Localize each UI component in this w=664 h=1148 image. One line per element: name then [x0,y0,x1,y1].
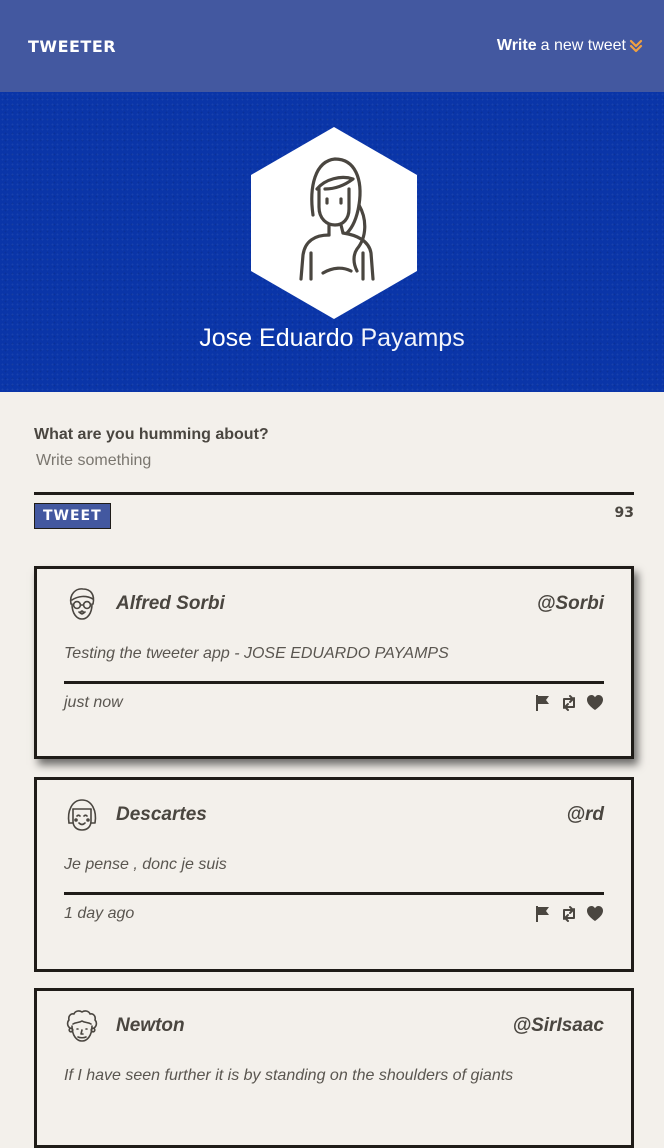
tweet-text: If I have seen further it is by standing… [64,1067,514,1084]
tweet-footer: 1 day ago [64,903,604,925]
bob-hair-avatar-icon [64,797,100,833]
profile-first-name: Jose Eduardo [199,324,354,352]
retweet-icon[interactable] [560,905,578,923]
profile-avatar [249,127,419,319]
glasses-man-avatar-icon [64,586,100,622]
character-counter: 93 [614,505,634,521]
tweet-user: Newton [64,1008,185,1044]
tweet-card: Descartes @rd Je pense , donc je suis 1 … [34,777,634,972]
compose-link-strong: Write [496,37,537,54]
tweet-header: Alfred Sorbi @Sorbi [64,569,604,639]
tweet-actions [534,694,604,712]
compose-label: What are you humming about? [34,426,269,443]
tweet-user: Descartes [64,797,207,833]
tweet-author-name[interactable]: Alfred Sorbi [116,593,225,615]
tweet-footer: just now [64,692,604,714]
retweet-icon[interactable] [560,694,578,712]
tweet-text: Je pense , donc je suis [64,856,227,873]
tweet-author-handle[interactable]: @Sorbi [537,593,604,615]
tweet-divider [64,681,604,684]
tweet-actions [534,905,604,923]
tweet-author-handle[interactable]: @SirIsaac [513,1015,604,1037]
heart-icon[interactable] [586,694,604,712]
tweet-header: Descartes @rd [64,780,604,850]
tweet-header: Newton @SirIsaac [64,991,604,1061]
tweet-author-handle[interactable]: @rd [566,804,604,826]
compose-tweet-form: What are you humming about? TWEET 93 [34,424,634,529]
flag-icon[interactable] [534,694,552,712]
tweet-divider [64,892,604,895]
compose-footer: TWEET 93 [34,503,634,529]
profile-last-name: Payamps [360,324,465,352]
compose-divider [34,492,634,495]
heart-icon[interactable] [586,905,604,923]
tweet-text-input[interactable] [34,452,634,470]
profile-banner: Jose Eduardo Payamps [0,92,664,392]
compose-link-text: a new tweet [540,37,626,54]
tweet-text: Testing the tweeter app - JOSE EDUARDO P… [64,645,449,662]
curly-hair-avatar-icon [64,1008,100,1044]
profile-name: Jose Eduardo Payamps [0,324,664,353]
tweet-timestamp: 1 day ago [64,905,135,922]
tweet-card: Newton @SirIsaac If I have seen further … [34,988,634,1148]
tweet-user: Alfred Sorbi [64,586,225,622]
tweet-author-name[interactable]: Newton [116,1015,185,1037]
flag-icon[interactable] [534,905,552,923]
tweet-timestamp: just now [64,694,123,711]
write-new-tweet-link[interactable]: Write a new tweet [497,37,644,55]
double-chevron-down-icon [628,38,644,54]
tweet-submit-button[interactable]: TWEET [34,503,111,529]
top-nav: TWEETER Write a new tweet [0,0,664,92]
tweet-author-name[interactable]: Descartes [116,804,207,826]
tweet-card: Alfred Sorbi @Sorbi Testing the tweeter … [34,566,634,759]
brand-logo[interactable]: TWEETER [28,37,116,56]
